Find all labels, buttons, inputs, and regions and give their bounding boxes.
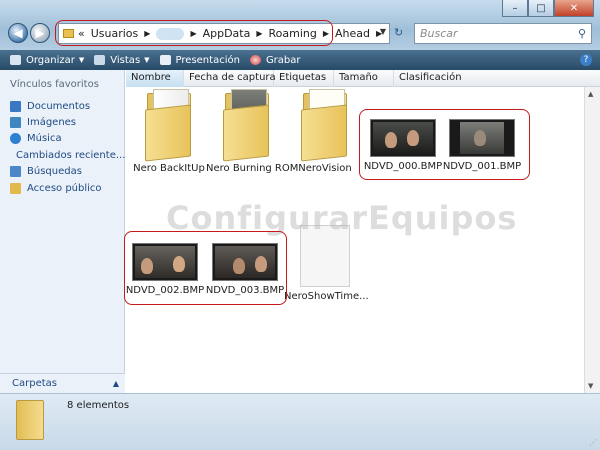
sidebar-item-documentos[interactable]: Documentos	[10, 98, 124, 114]
sidebar-item-label: Búsquedas	[27, 166, 82, 178]
sidebar-item-label: Acceso público	[27, 182, 102, 194]
refresh-icon[interactable]: ↻	[394, 26, 403, 39]
column-header-row: Nombre Fecha de captura Etiquetas Tamaño…	[126, 70, 600, 87]
maximize-button[interactable]: □	[528, 0, 554, 17]
forward-arrow-icon: ▶	[35, 26, 45, 40]
search-placeholder: Buscar	[420, 27, 458, 40]
slideshow-icon	[159, 55, 171, 65]
presentacion-button[interactable]: Presentación	[159, 54, 240, 66]
folder-icon	[223, 89, 271, 162]
search-icon[interactable]: ⚲	[578, 27, 586, 40]
details-pane: 8 elementos ⋰	[0, 393, 600, 450]
sidebar-item-label: Documentos	[27, 100, 91, 112]
navigation-pane: Vínculos favoritos Documentos Imágenes M…	[0, 70, 125, 393]
organize-icon	[10, 55, 21, 65]
column-fecha-de-captura[interactable]: Fecha de captura	[184, 70, 276, 87]
sidebar-item-acceso-publico[interactable]: Acceso público	[10, 180, 124, 196]
file-name: Nero Burning ROM	[206, 163, 299, 174]
grabar-label: Grabar	[265, 54, 301, 66]
close-button[interactable]: ✕	[554, 0, 594, 17]
documents-icon	[10, 100, 21, 112]
annotation-box-images-top	[359, 109, 530, 180]
burn-disc-icon	[249, 55, 261, 65]
folder-icon	[301, 89, 349, 162]
file-name: Nero BackItUp	[133, 163, 205, 174]
breadcrumb-ahead[interactable]: Ahead	[335, 27, 370, 40]
column-etiquetas[interactable]: Etiquetas	[274, 70, 334, 87]
organizar-button[interactable]: Organizar ▼	[10, 55, 84, 66]
sidebar-item-cambiados-recientemente[interactable]: Cambiados reciente...	[10, 147, 126, 163]
grabar-button[interactable]: Grabar	[249, 54, 301, 66]
resize-grip-icon[interactable]: ⋰	[589, 438, 597, 447]
sidebar-item-imagenes[interactable]: Imágenes	[10, 114, 124, 130]
scroll-up-icon[interactable]: ▲	[588, 90, 593, 98]
organizar-label: Organizar	[26, 54, 75, 66]
help-icon[interactable]: ?	[580, 54, 592, 66]
chevron-up-icon: ▲	[112, 379, 119, 388]
presentacion-label: Presentación	[175, 54, 240, 66]
file-item-folder[interactable]: NeroVision	[284, 89, 366, 174]
back-arrow-icon: ◀	[13, 26, 23, 40]
annotation-box-images-bottom	[124, 231, 287, 305]
folders-toggle[interactable]: Carpetas ▲	[0, 373, 125, 393]
vistas-label: Vistas	[110, 54, 141, 66]
file-name: NeroShowTime...	[284, 291, 369, 302]
sidebar-item-label: Cambiados reciente...	[16, 149, 126, 161]
sidebar-item-label: Imágenes	[27, 117, 77, 129]
folder-icon	[145, 89, 193, 162]
back-button[interactable]: ◀	[8, 23, 28, 43]
annotation-box-address	[55, 20, 333, 46]
search-input[interactable]: Buscar ⚲	[414, 23, 592, 44]
folder-icon	[16, 400, 44, 440]
column-tamano[interactable]: Tamaño	[334, 70, 394, 87]
folders-label: Carpetas	[12, 378, 57, 389]
searches-icon	[10, 166, 21, 178]
scroll-down-icon[interactable]: ▼	[588, 382, 593, 390]
public-folder-icon	[10, 182, 21, 194]
minimize-button[interactable]: –	[502, 0, 528, 17]
music-icon	[10, 133, 21, 145]
sidebar-item-busquedas[interactable]: Búsquedas	[10, 164, 124, 180]
window-controls: – □ ✕	[502, 0, 594, 17]
command-toolbar: Organizar ▼ Vistas ▼ Presentación Grabar…	[0, 50, 600, 70]
sidebar-item-label: Música	[27, 133, 62, 145]
title-address-bar: – □ ✕ ◀ ▶ « Usuarios ▶ ▶ AppData ▶ Roami…	[0, 0, 600, 50]
explorer-window: – □ ✕ ◀ ▶ « Usuarios ▶ ▶ AppData ▶ Roami…	[0, 0, 600, 450]
item-count: 8 elementos	[67, 400, 130, 411]
column-nombre[interactable]: Nombre	[126, 70, 184, 87]
column-clasificacion[interactable]: Clasificación	[394, 70, 484, 87]
favorites-heading: Vínculos favoritos	[10, 79, 99, 90]
chevron-down-icon: ▼	[144, 56, 150, 64]
file-name: NeroVision	[298, 163, 352, 174]
vistas-button[interactable]: Vistas ▼	[94, 54, 150, 66]
file-item-folder[interactable]: Nero BackItUp	[128, 89, 210, 174]
sidebar-item-musica[interactable]: Música	[10, 131, 124, 147]
chevron-down-icon: ▼	[78, 56, 85, 64]
address-dropdown-icon[interactable]: ▼	[380, 27, 386, 36]
file-item-folder[interactable]: Nero Burning ROM	[206, 89, 299, 174]
views-icon	[94, 55, 106, 65]
pictures-icon	[10, 117, 21, 129]
vertical-scrollbar[interactable]: ▲ ▼	[584, 87, 600, 393]
forward-button[interactable]: ▶	[30, 23, 50, 43]
